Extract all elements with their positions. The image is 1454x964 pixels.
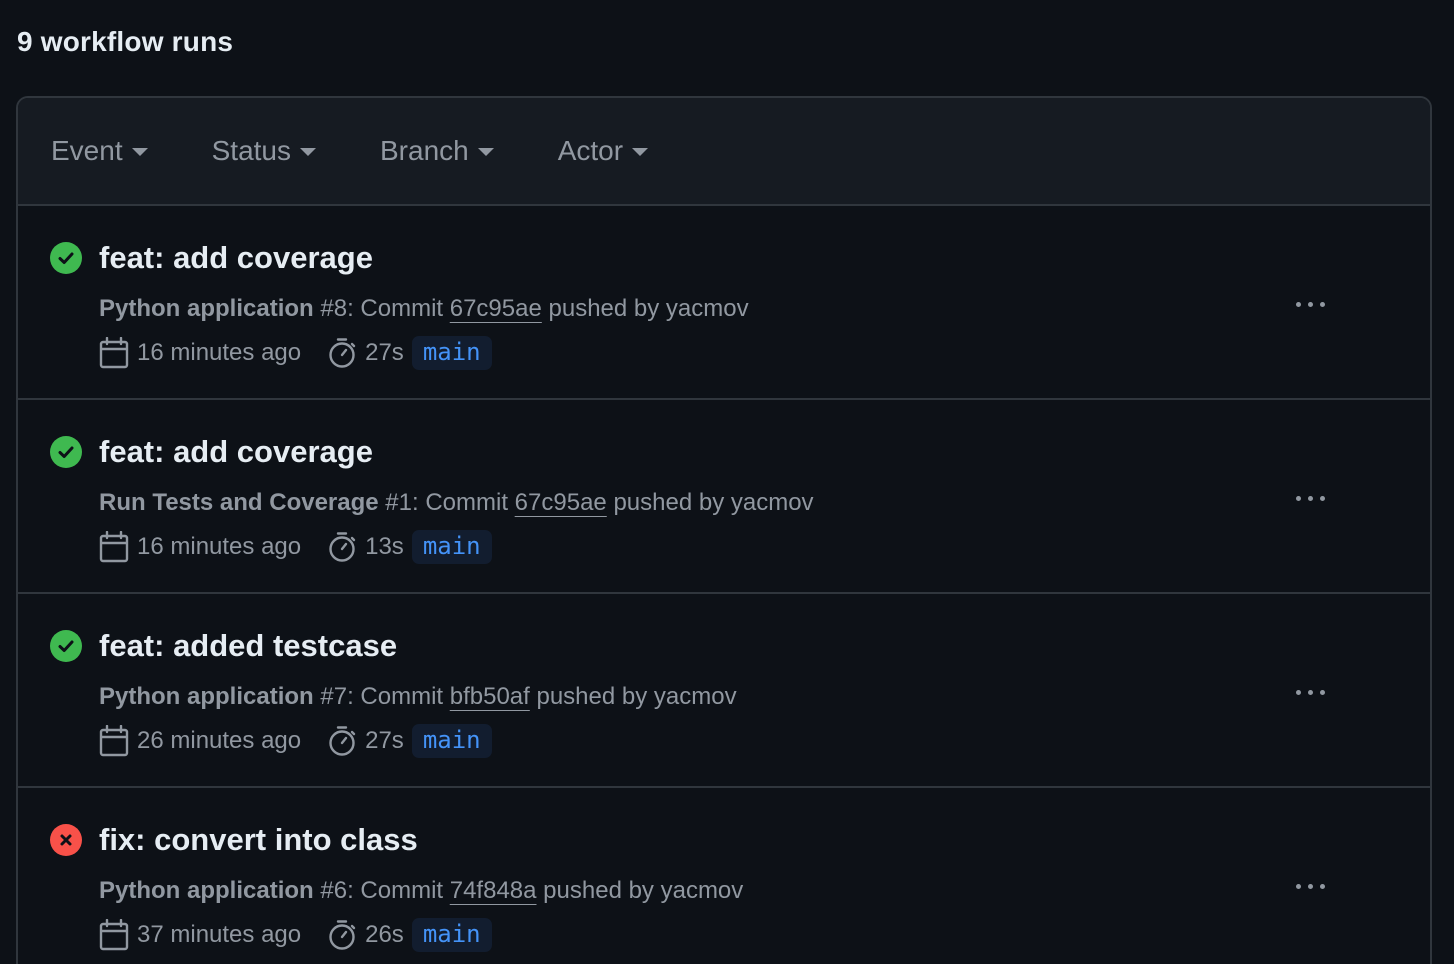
filter-bar: Event Status Branch Actor [18, 98, 1430, 206]
run-duration: 13s [365, 533, 404, 560]
run-meta: Run Tests and Coverage #1: Commit 67c95a… [99, 489, 814, 517]
kebab-horizontal-icon[interactable] [1292, 492, 1329, 505]
triangle-down-icon [300, 148, 316, 156]
filter-branch-dropdown[interactable]: Branch [380, 135, 494, 167]
commit-prefix: : Commit [347, 877, 444, 904]
commit-sha-link[interactable]: 74f848a [450, 877, 537, 904]
run-duration: 27s [365, 339, 404, 366]
run-meta: Python application #6: Commit 74f848a pu… [99, 877, 743, 905]
workflow-runs-count: 9 workflow runs [17, 26, 234, 57]
run-title-link[interactable]: fix: convert into class [99, 822, 418, 858]
kebab-horizontal-icon[interactable] [1292, 298, 1329, 311]
workflow-run-row: feat: added testcase Python application … [18, 594, 1430, 788]
stopwatch-icon [329, 920, 356, 950]
triangle-down-icon [477, 148, 494, 156]
filter-actor-dropdown[interactable]: Actor [557, 135, 649, 167]
pushed-by: pushed by yacmov [543, 877, 744, 904]
run-duration: 27s [365, 727, 404, 754]
branch-badge[interactable]: main [411, 918, 492, 952]
commit-sha-link[interactable]: 67c95ae [450, 295, 542, 322]
branch-badge[interactable]: main [411, 336, 492, 370]
kebab-horizontal-icon[interactable] [1292, 686, 1329, 699]
workflow-runs-list: Event Status Branch Actor feat: add cove… [16, 96, 1432, 964]
workflow-run-row: feat: add coverage Python application #8… [18, 206, 1430, 400]
commit-prefix: : Commit [412, 489, 508, 516]
workflow-run-row: feat: add coverage Run Tests and Coverag… [18, 400, 1430, 594]
branch-badge[interactable]: main [411, 724, 492, 758]
run-info: 16 minutes ago 13s main [99, 530, 492, 564]
check-circle-icon [50, 436, 82, 468]
run-time: 26 minutes ago [137, 727, 302, 754]
filter-actor-label: Actor [557, 135, 624, 166]
workflow-name: Python application [99, 877, 314, 904]
triangle-down-icon [131, 148, 148, 156]
run-number: #7 [320, 683, 348, 710]
pushed-by: pushed by yacmov [548, 295, 749, 322]
calendar-icon [99, 725, 129, 757]
run-info: 37 minutes ago 26s main [99, 918, 492, 952]
filter-event-dropdown[interactable]: Event [51, 135, 148, 167]
run-meta: Python application #8: Commit 67c95ae pu… [99, 295, 749, 323]
commit-sha-link[interactable]: 67c95ae [515, 489, 607, 516]
stopwatch-icon [329, 532, 356, 562]
branch-badge[interactable]: main [411, 530, 492, 564]
filter-status-label: Status [211, 135, 291, 166]
run-number: #8 [320, 295, 348, 322]
stopwatch-icon [329, 338, 356, 368]
run-time: 16 minutes ago [137, 533, 302, 560]
workflow-runs-page: 9 workflow runs Event Status Branch Acto… [0, 0, 1454, 964]
run-meta: Python application #7: Commit bfb50af pu… [99, 683, 737, 711]
check-circle-icon [50, 630, 82, 662]
kebab-horizontal-icon[interactable] [1292, 880, 1329, 893]
run-info: 26 minutes ago 27s main [99, 724, 492, 758]
filter-branch-label: Branch [380, 135, 469, 166]
run-title-link[interactable]: feat: add coverage [99, 240, 373, 276]
workflow-name: Python application [99, 683, 314, 710]
triangle-down-icon [632, 148, 649, 156]
check-circle-icon [50, 242, 82, 274]
commit-sha-link[interactable]: bfb50af [450, 683, 530, 710]
calendar-icon [99, 531, 129, 563]
run-title-link[interactable]: feat: added testcase [99, 628, 397, 664]
pushed-by: pushed by yacmov [536, 683, 737, 710]
run-time: 37 minutes ago [137, 921, 302, 948]
pushed-by: pushed by yacmov [613, 489, 814, 516]
run-time: 16 minutes ago [137, 339, 302, 366]
filter-event-label: Event [51, 135, 123, 166]
x-circle-icon [50, 824, 82, 856]
calendar-icon [99, 919, 129, 951]
commit-prefix: : Commit [347, 295, 444, 322]
run-number: #1 [385, 489, 412, 516]
workflow-name: Run Tests and Coverage [99, 489, 379, 516]
workflow-name: Python application [99, 295, 314, 322]
commit-prefix: : Commit [347, 683, 444, 710]
filter-status-dropdown[interactable]: Status [212, 135, 316, 167]
run-info: 16 minutes ago 27s main [99, 336, 492, 370]
run-number: #6 [320, 877, 348, 904]
workflow-run-row: fix: convert into class Python applicati… [18, 788, 1430, 964]
run-duration: 26s [365, 921, 404, 948]
stopwatch-icon [329, 726, 356, 756]
calendar-icon [99, 337, 129, 369]
run-title-link[interactable]: feat: add coverage [99, 434, 373, 470]
